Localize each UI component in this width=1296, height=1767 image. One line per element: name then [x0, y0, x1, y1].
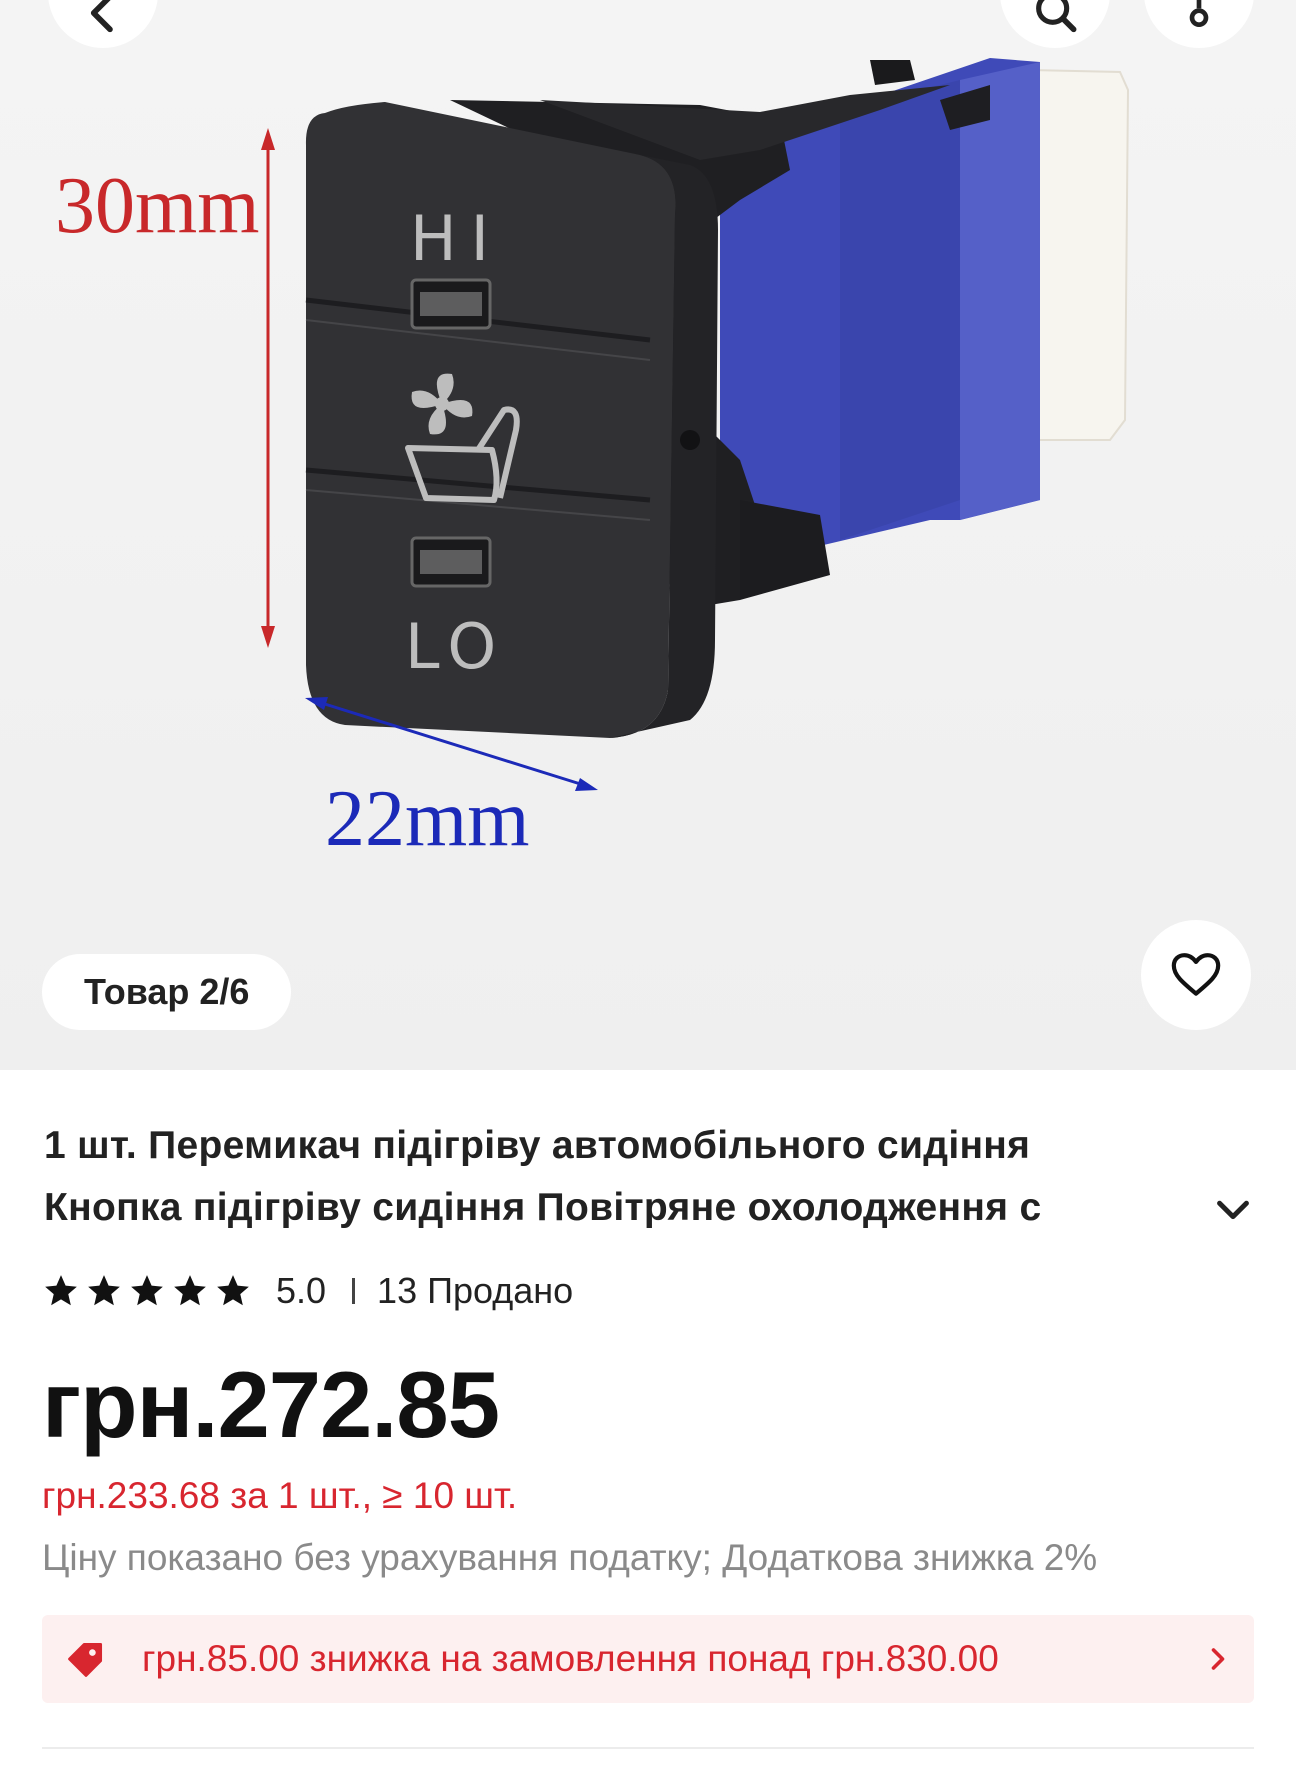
- bulk-price: грн.233.68 за 1 шт., ≥ 10 шт.: [42, 1475, 518, 1516]
- chevron-down-icon[interactable]: [1210, 1186, 1256, 1232]
- wishlist-button[interactable]: [1141, 920, 1251, 1030]
- rating-row[interactable]: 5.0 13 Продано: [42, 1262, 573, 1320]
- height-dimension-label: 30mm: [55, 162, 259, 250]
- sold-count: 13 Продано: [377, 1270, 574, 1311]
- image-counter: Товар 2/6: [42, 954, 292, 1030]
- star-icon: [131, 1275, 163, 1306]
- section-divider: [42, 1747, 1254, 1749]
- star-icon: [45, 1275, 77, 1306]
- star-icon: [217, 1275, 249, 1306]
- product-title[interactable]: 1 шт. Перемикач підігріву автомобільного…: [44, 1115, 1244, 1239]
- promo-text: грн.85.00 знижка на замовлення понад грн…: [142, 1638, 999, 1679]
- product-title-line1: 1 шт. Перемикач підігріву автомобільного…: [44, 1124, 1031, 1167]
- image-counter-label: Товар 2/6: [84, 971, 250, 1012]
- rating-value: 5.0: [276, 1270, 327, 1311]
- tag-icon: [68, 1642, 103, 1677]
- lo-label: LO: [405, 610, 506, 683]
- product-image: HI LO 30mm 22mm: [55, 58, 1130, 863]
- chevron-right-icon: [1211, 1648, 1225, 1670]
- promo-banner[interactable]: грн.85.00 знижка на замовлення понад грн…: [42, 1615, 1254, 1703]
- heart-icon: [1171, 953, 1221, 996]
- product-price: грн.272.85: [42, 1352, 500, 1457]
- rating-stars: [42, 1272, 252, 1310]
- product-title-line2: Кнопка підігріву сидіння Повітряне охоло…: [44, 1186, 1042, 1229]
- hi-label: HI: [410, 202, 503, 275]
- tax-note: Ціну показано без урахування податку; До…: [42, 1537, 1098, 1578]
- star-icon: [88, 1275, 120, 1306]
- star-icon: [174, 1275, 206, 1306]
- product-gallery[interactable]: HI LO 30mm 22mm Товар 2/6: [0, 0, 1296, 1070]
- rating-divider: [352, 1278, 356, 1304]
- width-dimension-label: 22mm: [325, 775, 529, 863]
